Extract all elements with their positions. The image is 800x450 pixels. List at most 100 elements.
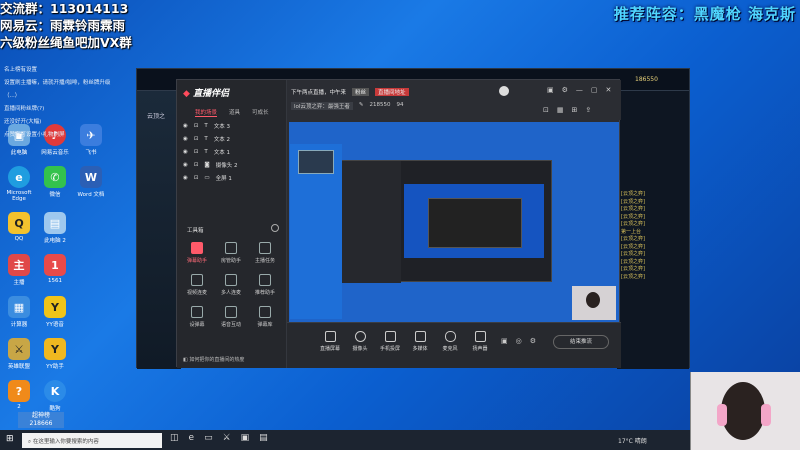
lol-icon[interactable]: ⚔ bbox=[223, 433, 231, 443]
desktop-icon[interactable]: ▤ 此电脑 2 bbox=[38, 212, 72, 244]
tool-multi-link[interactable]: 多人连麦 bbox=[217, 274, 245, 296]
media-source-button[interactable]: 多媒体 bbox=[407, 331, 433, 352]
weather[interactable]: 17°C 晴朗 bbox=[618, 436, 647, 445]
app-icon[interactable]: ▤ bbox=[259, 433, 268, 443]
record-icon[interactable]: ▣ bbox=[501, 337, 508, 345]
word-icon: W bbox=[80, 166, 102, 188]
window-controls: ▣ ⚙ — ▢ ✕ bbox=[547, 86, 611, 94]
kugou-icon: K bbox=[44, 380, 66, 402]
tool-video-link[interactable]: 视频连麦 bbox=[183, 274, 211, 296]
search-icon: ⌕ bbox=[28, 439, 32, 445]
settings-icon[interactable]: ⚙ bbox=[562, 86, 568, 94]
edge-icon[interactable]: e bbox=[189, 433, 195, 443]
eye-icon[interactable]: ◉ bbox=[183, 123, 188, 129]
desktop-icon[interactable]: Y YY助手 bbox=[38, 338, 72, 370]
lock-icon[interactable]: ⊡ bbox=[543, 106, 549, 114]
tool-voice[interactable]: 语音互动 bbox=[217, 306, 245, 328]
scene-item[interactable]: ◉ ⊡ ▭ 全屏 1 bbox=[183, 174, 232, 182]
source-buttons: 直播屏幕 摄像头 手机投屏 多媒体 麦克风 扬声器 bbox=[317, 331, 493, 352]
lock-icon[interactable]: ⊡ bbox=[194, 175, 199, 181]
stream-title[interactable]: lol云顶之弈：最强王者 bbox=[291, 102, 353, 110]
app-icon[interactable]: ▣ bbox=[241, 433, 250, 443]
desktop-icon[interactable]: 1 1561 bbox=[38, 254, 72, 286]
scene-item[interactable]: ◉ ⊡ T 文本 3 bbox=[183, 122, 230, 130]
app-logo: ◆ 直播伴侣 bbox=[183, 89, 230, 99]
desktop-icon[interactable]: Y YY语音 bbox=[38, 296, 72, 328]
maximize-icon[interactable]: ▢ bbox=[591, 86, 598, 94]
tool-barrage-library[interactable]: 弹幕库 bbox=[251, 306, 279, 328]
calculator-icon: ▦ bbox=[8, 296, 30, 318]
effects-icon[interactable]: ◎ bbox=[516, 337, 522, 345]
desktop-icon[interactable]: ✆ 微信 bbox=[38, 166, 72, 202]
desktop-icon[interactable]: W Word 文档 bbox=[74, 166, 108, 202]
edit-icon[interactable]: ✎ bbox=[359, 102, 364, 110]
eye-icon[interactable]: ◉ bbox=[183, 175, 188, 181]
windows-start-icon[interactable]: ⊞ bbox=[6, 434, 14, 444]
app-notice[interactable]: ◧ 如何把你的直播间的热度 bbox=[183, 356, 244, 363]
text-icon: T bbox=[204, 136, 208, 142]
viewer-count: 218550 bbox=[369, 102, 391, 108]
camera-source-button[interactable]: 摄像头 bbox=[347, 331, 373, 352]
lock-icon[interactable]: ⊞ bbox=[572, 106, 578, 114]
minimize-icon[interactable]: — bbox=[576, 86, 583, 94]
taskbar-search[interactable]: ⌕ 在这里输入你要搜索的内容 bbox=[22, 433, 162, 448]
desktop-icon[interactable]: K 酷狗 bbox=[38, 380, 72, 412]
streamer-face bbox=[721, 382, 765, 440]
desktop-icon[interactable]: ⚔ 英雄联盟 bbox=[2, 338, 36, 370]
eye-icon[interactable]: ◉ bbox=[183, 136, 188, 142]
qq-icon: Q bbox=[8, 212, 30, 234]
nested-chat-box bbox=[298, 150, 334, 174]
scene-item[interactable]: ◉ ⊡ T 文本 1 bbox=[183, 148, 230, 156]
end-stream-button[interactable]: 结束推流 bbox=[553, 335, 609, 349]
eye-icon[interactable]: ◉ bbox=[183, 162, 188, 168]
game-left-label: 云顶之 bbox=[147, 113, 166, 120]
tab-props[interactable]: 道具 bbox=[229, 108, 240, 117]
toolbox-settings-icon[interactable] bbox=[271, 224, 279, 232]
fan-badge[interactable]: 粉丝 bbox=[352, 88, 370, 96]
desktop-icon[interactable]: ▦ 计算器 bbox=[2, 296, 36, 328]
recommend-overlay: 推荐阵容：黑魔枪 海克斯 bbox=[613, 5, 796, 23]
room-address-badge[interactable]: 直播间地址 bbox=[375, 88, 409, 96]
tool-barrage-helper[interactable]: 弹幕助手 bbox=[183, 242, 211, 264]
share-icon[interactable]: ⇪ bbox=[585, 106, 591, 114]
camera-icon bbox=[354, 331, 366, 342]
scene-item[interactable]: ◉ ⊡ T 文本 2 bbox=[183, 135, 230, 143]
app-sidebar: ◆ 直播伴侣 我的场景 道具 可成长 ◉ ⊡ T 文本 3 ◉ ⊡ T 文本 2 ◉ ⊡ T 文本… bbox=[177, 80, 287, 368]
fan-rank-badge: 超神榜 218666 bbox=[18, 412, 64, 428]
avatar[interactable] bbox=[499, 86, 509, 96]
lock-icon[interactable]: ⊡ bbox=[194, 136, 199, 142]
app-header: 下午两点直播，中午来 粉丝 直播间地址 lol云顶之弈：最强王者 ✎ 21855… bbox=[287, 80, 621, 120]
tool-room-manager[interactable]: 房管助手 bbox=[217, 242, 245, 264]
microphone-button[interactable]: 麦克风 bbox=[437, 331, 463, 352]
tool-anchor-task[interactable]: 主播任务 bbox=[251, 242, 279, 264]
scene-item[interactable]: ◉ ⊡ ◙ 摄像头 2 bbox=[183, 161, 238, 169]
tab-scenes[interactable]: 我的场景 bbox=[195, 108, 218, 117]
desktop-icon[interactable]: ? 2 bbox=[2, 380, 36, 412]
tool-recommend[interactable]: 推荐助手 bbox=[251, 274, 279, 296]
like-count: 94 bbox=[396, 102, 404, 108]
folder-icon[interactable]: ▭ bbox=[204, 433, 213, 443]
close-icon[interactable]: ✕ bbox=[606, 86, 612, 94]
gift-icon[interactable]: ▣ bbox=[547, 86, 554, 94]
person-silhouette bbox=[586, 292, 600, 308]
screen-source-button[interactable]: 直播屏幕 bbox=[317, 331, 343, 352]
chat-line: [云顶之弈] bbox=[621, 206, 645, 212]
lock-icon[interactable]: ⊡ bbox=[194, 149, 199, 155]
eye-icon[interactable]: ◉ bbox=[183, 149, 188, 155]
layout-icon[interactable]: ▦ bbox=[557, 106, 564, 114]
lock-icon[interactable]: ⊡ bbox=[194, 123, 199, 129]
chat-line: [云顶之弈] bbox=[621, 251, 645, 257]
desktop-icon[interactable]: 主主播 bbox=[2, 254, 36, 286]
tool-set-barrage[interactable]: 设弹幕 bbox=[183, 306, 211, 328]
monitor-icon: ▭ bbox=[204, 175, 210, 181]
chat-line: [云顶之弈] bbox=[621, 273, 645, 280]
phone-source-button[interactable]: 手机投屏 bbox=[377, 331, 403, 352]
desktop-icon[interactable]: Q QQ bbox=[2, 212, 36, 244]
settings-icon[interactable]: ⚙ bbox=[530, 337, 536, 345]
desktop-icon[interactable]: e Microsoft Edge bbox=[2, 166, 36, 202]
lock-icon[interactable]: ⊡ bbox=[194, 162, 199, 168]
task-view-icon[interactable]: ◫ bbox=[170, 433, 179, 443]
video-icon bbox=[191, 274, 203, 286]
tab-growth[interactable]: 可成长 bbox=[252, 108, 269, 117]
speaker-button[interactable]: 扬声器 bbox=[467, 331, 493, 352]
